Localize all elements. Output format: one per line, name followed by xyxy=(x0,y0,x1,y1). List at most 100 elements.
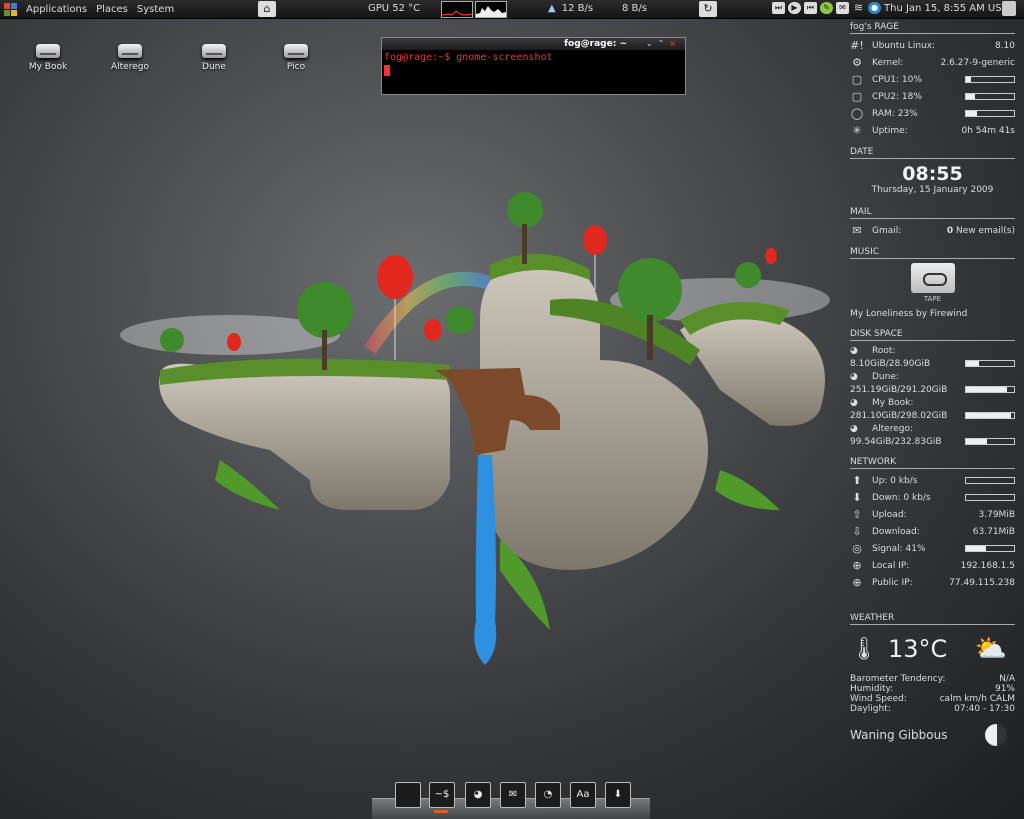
net-down-text: Down: 0 kb/s xyxy=(872,492,931,503)
desktop-icon-dune[interactable]: Dune xyxy=(179,44,249,72)
cpu2-bar xyxy=(965,93,1015,100)
download-value: 63.71MiB xyxy=(972,526,1015,537)
network-upload: ▲ 12 B/s xyxy=(548,3,593,14)
partly-cloudy-icon: ⛅ xyxy=(974,634,1007,664)
local-ip-label: Local IP: xyxy=(872,560,910,571)
weather-key: Humidity: xyxy=(850,684,894,694)
dock-mail[interactable]: ✉ xyxy=(500,782,526,808)
disk-bar xyxy=(965,438,1015,445)
desktop-icon-my-book[interactable]: My Book xyxy=(13,44,83,72)
drive-icon xyxy=(202,44,226,58)
uptime-value: 0h 54m 41s xyxy=(961,125,1015,136)
disk-bar xyxy=(965,412,1015,419)
ubuntu-menu-icon[interactable] xyxy=(4,2,17,16)
wallpaper-artwork xyxy=(120,192,830,665)
ram-icon: ◯ xyxy=(850,106,864,120)
disk-pie-icon: ◕ xyxy=(850,345,858,356)
tape-icon xyxy=(910,263,955,293)
desktop-icon-pico[interactable]: Pico xyxy=(261,44,331,72)
moon-icon xyxy=(985,724,1007,746)
home-folder-icon[interactable]: ⌂ xyxy=(258,1,276,17)
upload-label: Upload: xyxy=(872,509,907,520)
weather-temp: 13°C xyxy=(887,635,948,663)
disk-item: ◕ Dune: 251.19GiB/291.20GiB xyxy=(850,370,1015,396)
update-notifier-icon[interactable]: ↻ xyxy=(699,1,717,17)
terminal-titlebar[interactable]: fog@rage: ~ ⌄⌃× xyxy=(382,38,685,50)
cpu-graph-icon[interactable] xyxy=(441,1,473,18)
terminal-cursor xyxy=(384,65,390,76)
arrow-up-circle-icon: ⬆ xyxy=(852,473,862,487)
notes-icon[interactable]: ✎ xyxy=(820,2,833,14)
upload-icon: ⇧ xyxy=(852,507,862,521)
trash-icon[interactable] xyxy=(1002,1,1016,16)
mail-header: MAIL xyxy=(850,207,1015,219)
media-next-icon[interactable]: ⏭ xyxy=(772,2,785,14)
weather-row: Wind Speed: calm km/h CALM xyxy=(850,694,1015,704)
signal-text: Signal: 41% xyxy=(872,543,926,554)
maximize-icon[interactable]: ⌃ xyxy=(658,39,670,48)
terminal-command: fog@rage:~$ gnome-screenshot xyxy=(384,52,553,63)
disk-pie-icon: ◕ xyxy=(850,423,858,434)
terminal-icon: ~$ xyxy=(434,789,450,800)
chat-icon: ◔ xyxy=(543,789,553,800)
uptime-icon: ✳ xyxy=(852,123,862,137)
music-header: MUSIC xyxy=(850,247,1015,259)
weather-key: Barometer Tendency: xyxy=(850,674,946,684)
dock-show-desktop[interactable] xyxy=(395,782,421,808)
media-prev-icon[interactable]: ⏮ xyxy=(804,2,817,14)
minimize-icon[interactable]: ⌄ xyxy=(646,39,658,48)
memory-graph-icon[interactable] xyxy=(475,1,507,18)
media-play-icon[interactable]: ▶ xyxy=(788,2,801,14)
dock-running-indicator xyxy=(434,810,448,813)
dock: ~$ ◕ ✉ ◔ Aa ⬇ xyxy=(372,770,650,819)
disk-bar xyxy=(965,360,1015,367)
close-icon[interactable]: × xyxy=(669,39,681,48)
sysinfo-title: fog's RAGE xyxy=(850,22,1015,34)
mail-label: Gmail: xyxy=(872,225,902,236)
weather-header: WEATHER xyxy=(850,613,1015,625)
font-viewer-icon: Aa xyxy=(576,789,590,800)
wifi-icon[interactable]: ≋ xyxy=(852,2,865,14)
gpu-temperature: GPU 52 °C xyxy=(368,3,421,14)
local-ip-value: 192.168.1.5 xyxy=(960,560,1015,571)
pidgin-icon[interactable]: ● xyxy=(868,2,881,14)
disk-usage: 8.10GiB/28.90GiB xyxy=(850,358,931,369)
desktop-icon-label: Pico xyxy=(286,62,306,72)
desktop-icon-label: Alterego xyxy=(111,62,149,72)
net-down-graph xyxy=(965,494,1015,501)
dock-fonts[interactable]: Aa xyxy=(570,782,596,808)
terminal-window[interactable]: fog@rage: ~ ⌄⌃× fog@rage:~$ gnome-screen… xyxy=(381,37,686,95)
terminal-output[interactable]: fog@rage:~$ gnome-screenshot xyxy=(382,50,685,81)
weather-row: Humidity: 91% xyxy=(850,684,1015,694)
kernel-value: 2.6.27-9-generic xyxy=(940,57,1016,68)
panel-clock[interactable]: Thu Jan 15, 8:55 AM USA xyxy=(884,3,1009,14)
weather-value: calm km/h CALM xyxy=(939,694,1015,704)
disk-item: ◕ My Book: 281.10GiB/298.02GiB xyxy=(850,396,1015,422)
disk-name: My Book: xyxy=(872,397,914,408)
desktop-icon-label: My Book xyxy=(28,62,68,72)
desktop-icon-alterego[interactable]: Alterego xyxy=(95,44,165,72)
dock-install[interactable]: ⬇ xyxy=(605,782,631,808)
disk-name: Root: xyxy=(872,345,896,356)
uptime-label: Uptime: xyxy=(872,125,908,136)
disk-name: Dune: xyxy=(872,371,899,382)
dock-im[interactable]: ◔ xyxy=(535,782,561,808)
network-icon[interactable]: ▲ xyxy=(548,3,556,14)
menu-applications[interactable]: Applications xyxy=(26,4,87,15)
date-time: 08:55 xyxy=(902,163,963,185)
dock-firefox[interactable]: ◕ xyxy=(465,782,491,808)
dock-terminal[interactable]: ~$ xyxy=(429,782,455,808)
ram-bar xyxy=(965,110,1015,117)
disk-usage: 281.10GiB/298.02GiB xyxy=(850,410,948,421)
kernel-label: Kernel: xyxy=(872,57,904,68)
public-ip-label: Public IP: xyxy=(872,577,913,588)
terminal-hash-icon: #! xyxy=(850,38,864,52)
plus-circle-icon: ⊕ xyxy=(852,558,862,572)
tape-label: TAPE xyxy=(923,295,942,303)
mail-text: New email(s) xyxy=(955,225,1015,236)
disk-bar xyxy=(965,386,1015,393)
download-label: Download: xyxy=(872,526,920,537)
mail-tray-icon[interactable]: ✉ xyxy=(836,2,849,14)
menu-places[interactable]: Places xyxy=(96,4,128,15)
menu-system[interactable]: System xyxy=(137,4,174,15)
